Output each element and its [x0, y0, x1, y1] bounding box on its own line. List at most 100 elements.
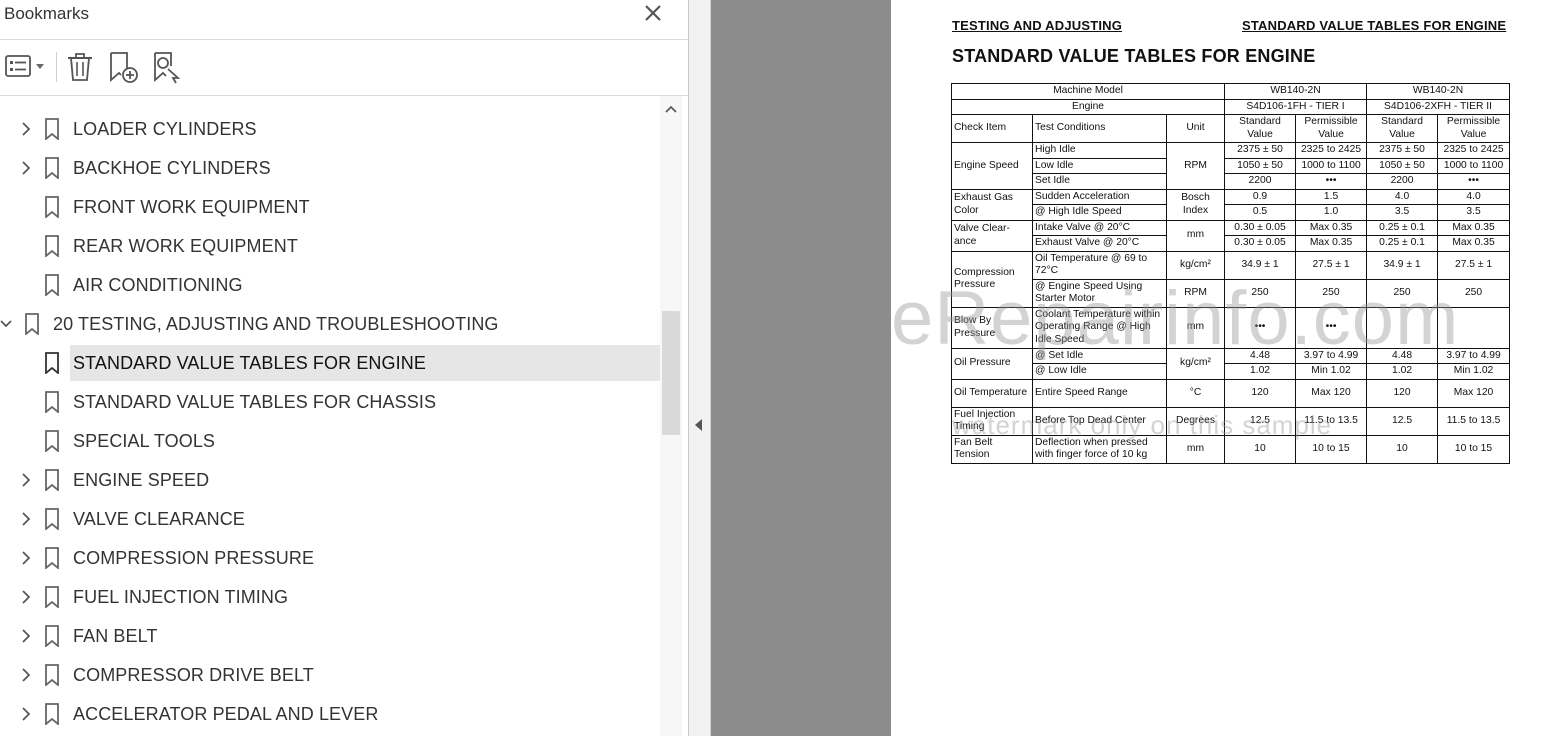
bookmark-item[interactable]: STANDARD VALUE TABLES FOR ENGINE [45, 345, 660, 381]
table-cell: 10 to 15 [1437, 434, 1511, 464]
table-cell: Exhaust Gas Color [951, 188, 1033, 221]
bookmark-item[interactable]: STANDARD VALUE TABLES FOR CHASSIS [0, 384, 660, 420]
table-cell: ••• [1224, 306, 1297, 349]
bookmark-icon [45, 547, 59, 569]
table-header-row: Check Item Test Conditions Unit Standard… [951, 114, 1511, 143]
table-cell: S4D106-2XFH - TIER II [1366, 98, 1511, 115]
bookmark-item[interactable]: REAR WORK EQUIPMENT [0, 228, 660, 264]
table-cell: 2375 ± 50 [1224, 142, 1297, 159]
panel-collapse-gutter[interactable] [689, 0, 711, 736]
bookmark-item[interactable]: COMPRESSOR DRIVE BELT [0, 657, 660, 693]
chevron-right-icon[interactable] [20, 161, 32, 175]
bookmark-item[interactable]: AIR CONDITIONING [0, 267, 660, 303]
table-cell: Oil Temperature @ 69 to 72°C [1032, 250, 1167, 280]
table-cell: 2200 [1366, 173, 1439, 190]
chevron-right-icon[interactable] [20, 629, 32, 643]
chevron-right-icon[interactable] [20, 590, 32, 604]
bookmark-label: AIR CONDITIONING [73, 275, 243, 295]
table-cell: Blow By Pressure [951, 306, 1033, 349]
bookmark-item[interactable]: 20 TESTING, ADJUSTING AND TROUBLESHOOTIN… [0, 306, 660, 342]
table-cell: Intake Valve @ 20°C [1032, 219, 1167, 236]
scrollbar-thumb[interactable] [662, 311, 680, 435]
table-row: @ Engine Speed Using Starter Motor RPM 2… [952, 278, 1511, 308]
new-bookmark-icon[interactable] [106, 50, 140, 84]
table-cell: Compression Pressure [951, 250, 1033, 308]
table-cell: @ Low Idle [1032, 363, 1167, 380]
table-cell: 4.48 [1224, 347, 1297, 364]
bookmark-item[interactable]: VALVE CLEARANCE [0, 501, 660, 537]
trash-icon[interactable] [64, 50, 96, 84]
document-background [711, 0, 891, 736]
bookmark-icon [45, 430, 59, 452]
bookmark-icon [25, 313, 39, 335]
table-cell: 0.30 ± 0.05 [1224, 235, 1297, 252]
table-row: Low Idle 1050 ± 50 1000 to 1100 1050 ± 5… [952, 157, 1511, 174]
bookmark-icon [45, 586, 59, 608]
table-cell: 3.97 to 4.99 [1437, 347, 1511, 364]
chevron-right-icon[interactable] [20, 473, 32, 487]
table-cell: Valve Clear-ance [951, 219, 1033, 252]
table-cell: Engine [950, 98, 1226, 115]
chevron-right-icon[interactable] [20, 707, 32, 721]
table-row: Compression Pressure Oil Temperature @ 6… [951, 250, 1511, 308]
bookmark-item[interactable]: ACCELERATOR PEDAL AND LEVER [0, 696, 660, 732]
bookmark-icon [45, 391, 59, 413]
table-cell: °C [1165, 378, 1226, 408]
chevron-right-icon[interactable] [20, 551, 32, 565]
table-cell: 250 [1224, 278, 1297, 308]
table-cell: WB140-2N [1366, 83, 1511, 100]
chevron-right-icon[interactable] [20, 512, 32, 526]
table-cell: 3.5 [1437, 204, 1511, 221]
table-cell: 120 [1366, 378, 1439, 408]
find-bookmark-icon[interactable] [150, 50, 184, 84]
table-cell: WB140-2N [1224, 83, 1368, 100]
table-cell: 11.5 to 13.5 [1295, 406, 1368, 436]
table-cell: Min 1.02 [1437, 363, 1511, 380]
table-header-cell: Test Conditions [1032, 114, 1167, 143]
table-cell: ••• [1295, 306, 1368, 349]
chevron-down-icon[interactable] [0, 317, 12, 331]
list-options-icon[interactable] [4, 50, 46, 84]
bookmark-item[interactable]: FUEL INJECTION TIMING [0, 579, 660, 615]
table-cell: Engine Speed [951, 142, 1033, 190]
page-title: STANDARD VALUE TABLES FOR ENGINE [952, 46, 1316, 66]
chevron-right-icon[interactable] [20, 122, 32, 136]
table-cell: 1000 to 1100 [1437, 157, 1511, 174]
bookmark-icon [45, 235, 59, 257]
bookmark-item[interactable]: FAN BELT [0, 618, 660, 654]
bookmark-item[interactable]: LOADER CYLINDERS [0, 111, 660, 147]
bookmark-item[interactable]: SPECIAL TOOLS [0, 423, 660, 459]
bookmark-label: STANDARD VALUE TABLES FOR ENGINE [73, 353, 426, 373]
bookmark-item[interactable]: COMPRESSION PRESSURE [0, 540, 660, 576]
table-row: Exhaust Gas Color Sudden Acceleration Bo… [951, 188, 1511, 221]
table-cell: Oil Pressure [951, 347, 1033, 380]
table-cell: Oil Temperature [951, 378, 1033, 408]
bookmark-label: REAR WORK EQUIPMENT [73, 236, 298, 256]
table-cell: mm [1165, 434, 1226, 464]
close-icon[interactable] [641, 1, 665, 25]
table-cell: 1.02 [1224, 363, 1297, 380]
bookmark-list: LOADER CYLINDERS BACKHOE CYLINDERS FRONT W… [0, 96, 660, 736]
collapse-panel-arrow-icon[interactable] [692, 416, 706, 434]
table-cell: 250 [1437, 278, 1511, 308]
bookmark-item[interactable]: BACKHOE CYLINDERS [0, 150, 660, 186]
table-cell: 3.97 to 4.99 [1295, 347, 1368, 364]
table-cell: 1.02 [1366, 363, 1439, 380]
table-cell: Max 120 [1295, 378, 1368, 408]
table-cell: ••• [1437, 173, 1511, 190]
bookmark-label: COMPRESSOR DRIVE BELT [73, 665, 314, 685]
chevron-right-icon[interactable] [20, 668, 32, 682]
table-cell: 120 [1224, 378, 1297, 408]
table-header-cell: Standard Value [1224, 114, 1297, 143]
table-cell: kg/cm² [1165, 347, 1226, 380]
table-cell: 11.5 to 13.5 [1437, 406, 1511, 436]
bookmark-label: ENGINE SPEED [73, 470, 210, 490]
page-header-left: TESTING AND ADJUSTING [952, 18, 1123, 33]
table-cell: 0.9 [1224, 188, 1297, 205]
table-row: Machine Model WB140-2N WB140-2N [950, 83, 1511, 100]
scroll-up-arrow-icon[interactable] [664, 103, 678, 117]
bookmark-item[interactable]: FRONT WORK EQUIPMENT [0, 189, 660, 225]
bookmark-item[interactable]: ENGINE SPEED [0, 462, 660, 498]
table-cell: Min 1.02 [1295, 363, 1368, 380]
standard-value-table: Machine Model WB140-2N WB140-2N Engine S… [950, 83, 1511, 464]
